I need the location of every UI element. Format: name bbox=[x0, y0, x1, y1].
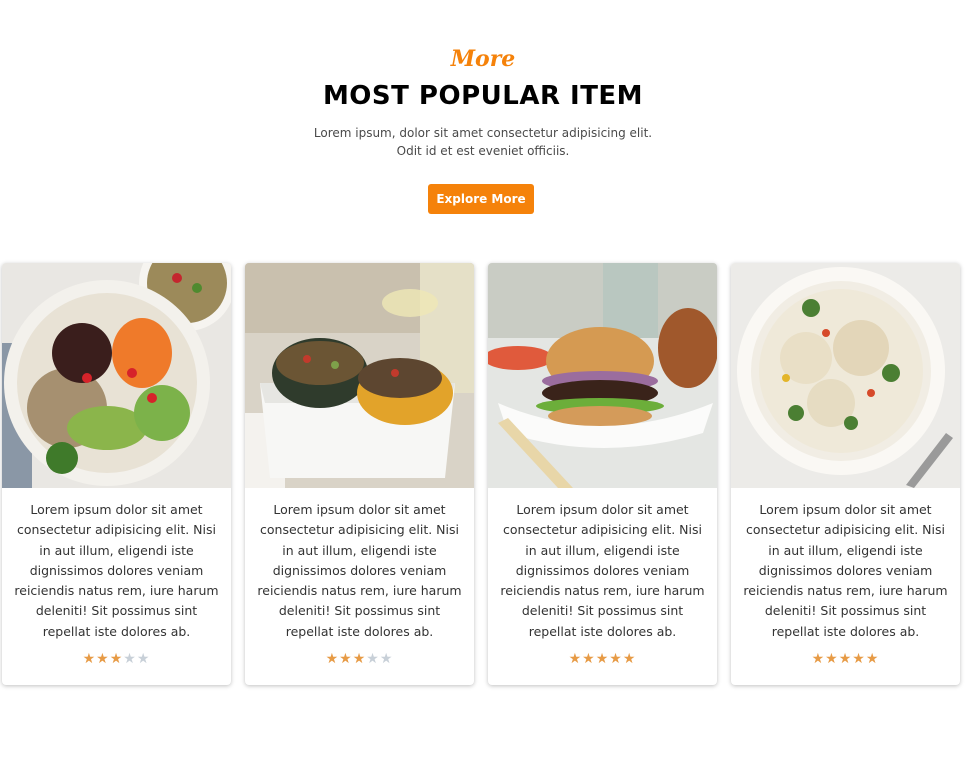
subtitle-line-1: Lorem ipsum, dolor sit amet consectetur … bbox=[313, 126, 653, 140]
card-description: Lorem ipsum dolor sit amet consectetur a… bbox=[500, 502, 705, 639]
star-icon: ★ bbox=[109, 651, 124, 667]
section-subtitle: Lorem ipsum, dolor sit amet consectetur … bbox=[283, 124, 683, 160]
burger-photo bbox=[488, 263, 717, 488]
star-icon: ★ bbox=[582, 651, 596, 667]
buddha-bowl-photo bbox=[2, 263, 231, 488]
section-title: MOST POPULAR ITEM bbox=[322, 81, 644, 111]
menu-card[interactable]: Lorem ipsum dolor sit amet consectetur a… bbox=[731, 263, 960, 685]
explore-more-button[interactable]: Explore More bbox=[428, 184, 534, 214]
rating-stars: ★★★★★ bbox=[488, 651, 717, 667]
star-icon: ★ bbox=[352, 651, 367, 667]
menu-card[interactable]: Lorem ipsum dolor sit amet consectetur a… bbox=[488, 263, 717, 685]
star-icon: ★ bbox=[595, 651, 610, 667]
star-icon: ★ bbox=[123, 651, 137, 667]
cauliflower-steak-photo bbox=[731, 263, 960, 488]
star-icon: ★ bbox=[379, 651, 394, 667]
star-icon: ★ bbox=[622, 651, 637, 667]
card-description: Lorem ipsum dolor sit amet consectetur a… bbox=[743, 502, 948, 639]
star-icon: ★ bbox=[339, 651, 353, 667]
card-description: Lorem ipsum dolor sit amet consectetur a… bbox=[257, 502, 462, 639]
star-icon: ★ bbox=[82, 651, 97, 667]
card-description: Lorem ipsum dolor sit amet consectetur a… bbox=[14, 502, 219, 639]
rating-stars: ★★★★★ bbox=[245, 651, 474, 667]
star-icon: ★ bbox=[609, 651, 623, 667]
popular-items-grid: Lorem ipsum dolor sit amet consectetur a… bbox=[2, 263, 964, 685]
star-icon: ★ bbox=[825, 651, 839, 667]
subtitle-line-2: Odit id et est eveniet officiis. bbox=[396, 144, 570, 158]
menu-card[interactable]: Lorem ipsum dolor sit amet consectetur a… bbox=[2, 263, 231, 685]
star-icon: ★ bbox=[811, 651, 826, 667]
star-icon: ★ bbox=[366, 651, 380, 667]
star-icon: ★ bbox=[568, 651, 583, 667]
star-icon: ★ bbox=[865, 651, 880, 667]
menu-card[interactable]: Lorem ipsum dolor sit amet consectetur a… bbox=[245, 263, 474, 685]
rating-stars: ★★★★★ bbox=[731, 651, 960, 667]
star-icon: ★ bbox=[96, 651, 110, 667]
star-icon: ★ bbox=[838, 651, 853, 667]
star-icon: ★ bbox=[136, 651, 151, 667]
rating-stars: ★★★★★ bbox=[2, 651, 231, 667]
star-icon: ★ bbox=[325, 651, 340, 667]
star-icon: ★ bbox=[852, 651, 866, 667]
section-kicker: More bbox=[450, 46, 516, 72]
stuffed-squash-photo bbox=[245, 263, 474, 488]
